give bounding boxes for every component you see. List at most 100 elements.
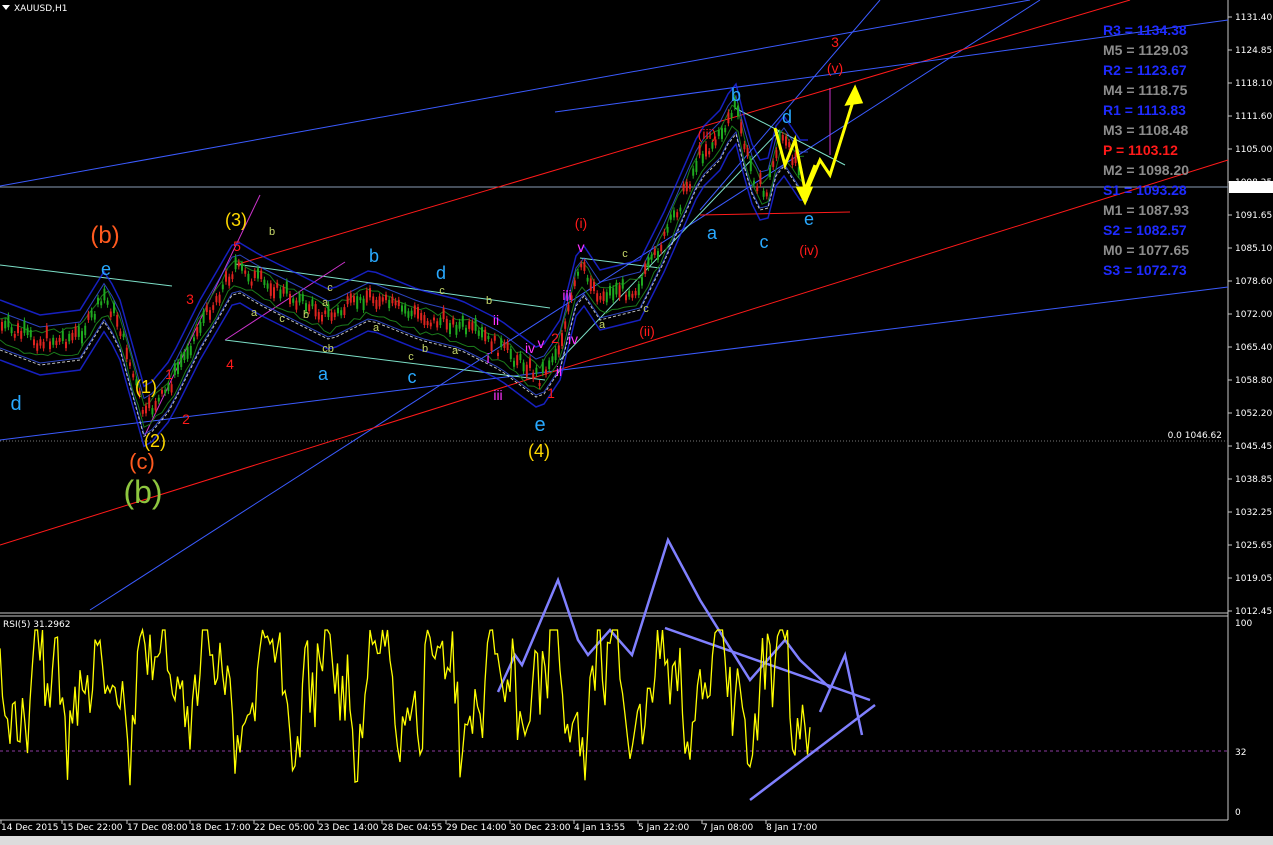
wave-label: 4 (226, 356, 234, 372)
wave-label: iii (493, 387, 502, 403)
price-tick-label: 1072.00 (1235, 310, 1272, 320)
wave-label: (b) (123, 474, 162, 510)
wave-label: c (408, 367, 417, 387)
time-tick-label: 5 Jan 22:00 (638, 823, 690, 833)
wave-label: i (486, 350, 489, 366)
fib-level-label: 0.0 1046.62 (1168, 431, 1222, 441)
wave-label: d (10, 393, 21, 415)
current-price-value: 1097.25 (1233, 183, 1270, 193)
wave-label: (b) (90, 222, 119, 249)
price-tick-label: 1091.65 (1235, 211, 1272, 221)
time-tick-label: 30 Dec 23:00 (510, 823, 571, 833)
wave-label: e (101, 259, 111, 279)
time-tick-label: 7 Jan 08:00 (702, 823, 754, 833)
price-tick-label: 1105.00 (1235, 145, 1272, 155)
pivot-level-label: R3 = 1134.38 (1103, 22, 1187, 38)
wave-label: (3) (225, 210, 247, 230)
subwave-label: cb (322, 343, 334, 355)
wave-label: ii (493, 312, 499, 328)
price-tick-label: 1085.10 (1235, 244, 1272, 254)
price-tick-label: 1065.40 (1235, 343, 1272, 353)
subwave-label: a (373, 322, 380, 334)
time-tick-label: 17 Dec 08:00 (127, 823, 188, 833)
time-tick-label: 23 Dec 14:00 (318, 823, 379, 833)
wave-label: (v) (827, 60, 843, 76)
wave-label: iv (525, 340, 535, 356)
price-tick-label: 1019.05 (1235, 574, 1272, 584)
pivot-level-label: S2 = 1082.57 (1103, 222, 1187, 238)
wave-label: c (760, 232, 769, 252)
pivot-level-label: R1 = 1113.83 (1103, 102, 1186, 118)
rsi-level-label: 100 (1235, 619, 1252, 629)
time-tick-label: 15 Dec 22:00 (62, 823, 123, 833)
wave-label: (4) (528, 441, 550, 461)
wave-label: e (804, 209, 814, 229)
price-tick-label: 1045.45 (1235, 442, 1272, 452)
pivot-level-label: S3 = 1072.73 (1103, 262, 1187, 278)
price-tick-label: 1025.65 (1235, 541, 1272, 551)
price-tick-label: 1012.45 (1235, 607, 1272, 617)
subwave-label: b (303, 309, 309, 321)
subwave-label: b (269, 226, 275, 238)
price-tick-label: 1111.60 (1235, 112, 1272, 122)
price-tick-label: 1038.85 (1235, 475, 1272, 485)
price-tick-label: 1124.85 (1235, 46, 1272, 56)
wave-label: 2 (551, 330, 559, 346)
subwave-label: c (622, 248, 628, 260)
time-tick-label: 8 Jan 17:00 (766, 823, 818, 833)
wave-label: iii (562, 287, 571, 303)
subwave-label: a (322, 297, 329, 309)
bottom-scrollbar[interactable] (0, 836, 1273, 845)
chart-canvas[interactable]: 1131.401124.851118.101111.601105.001098.… (0, 0, 1273, 845)
wave-label: b (369, 246, 379, 266)
wave-label: a (707, 223, 718, 243)
pivot-level-label: M0 = 1077.65 (1103, 242, 1189, 258)
pivot-level-label: M1 = 1087.93 (1103, 202, 1189, 218)
subwave-label: b (422, 343, 428, 355)
subwave-label: c (408, 351, 414, 363)
price-tick-label: 1032.25 (1235, 508, 1272, 518)
subwave-label: a (452, 345, 459, 357)
wave-label: v (538, 335, 545, 351)
window-title[interactable]: XAUUSD,H1 (14, 4, 68, 14)
price-tick-label: 1118.10 (1235, 79, 1272, 89)
wave-label: a (318, 364, 329, 384)
subwave-label: c (279, 313, 285, 325)
wave-label: 2 (182, 411, 190, 427)
pivot-level-label: M4 = 1118.75 (1103, 82, 1188, 98)
rsi-indicator-label[interactable]: RSI(5) 31.2962 (3, 620, 70, 630)
wave-label: 1 (547, 385, 555, 401)
wave-label: ii (556, 363, 562, 379)
subwave-label: a (251, 307, 258, 319)
wave-label: 5 (233, 238, 241, 254)
time-tick-label: 28 Dec 04:55 (382, 823, 443, 833)
pivot-level-label: R2 = 1123.67 (1103, 62, 1187, 78)
subwave-label: c (643, 303, 649, 315)
wave-label: 3 (186, 291, 194, 307)
pivot-level-label: M5 = 1129.03 (1103, 42, 1188, 58)
time-tick-label: 4 Jan 13:55 (574, 823, 625, 833)
pivot-level-label: M3 = 1108.48 (1103, 122, 1188, 138)
wave-label: (i) (575, 215, 587, 231)
time-tick-label: 22 Dec 05:00 (254, 823, 315, 833)
time-tick-label: 18 Dec 17:00 (190, 823, 251, 833)
price-tick-label: 1078.60 (1235, 277, 1272, 287)
subwave-label: c (439, 285, 445, 297)
wave-label: d (436, 263, 446, 283)
price-tick-label: 1052.20 (1235, 409, 1272, 419)
wave-label: (1) (135, 377, 157, 397)
wave-label: (2) (144, 431, 166, 451)
price-tick-label: 1131.40 (1235, 13, 1272, 23)
time-tick-label: 14 Dec 2015 (1, 823, 59, 833)
wave-label: (ii) (639, 323, 655, 339)
pivot-level-label: S1 = 1093.28 (1103, 182, 1187, 198)
subwave-label: b (486, 295, 492, 307)
wave-label: iv (568, 331, 578, 347)
wave-label: d (782, 107, 792, 127)
subwave-label: a (599, 319, 606, 331)
rsi-level-label: 32 (1235, 748, 1246, 758)
pivot-level-label: M2 = 1098.20 (1103, 162, 1189, 178)
price-tick-label: 1058.80 (1235, 376, 1272, 386)
wave-label: (c) (129, 449, 155, 474)
subwave-label: c (327, 282, 333, 294)
